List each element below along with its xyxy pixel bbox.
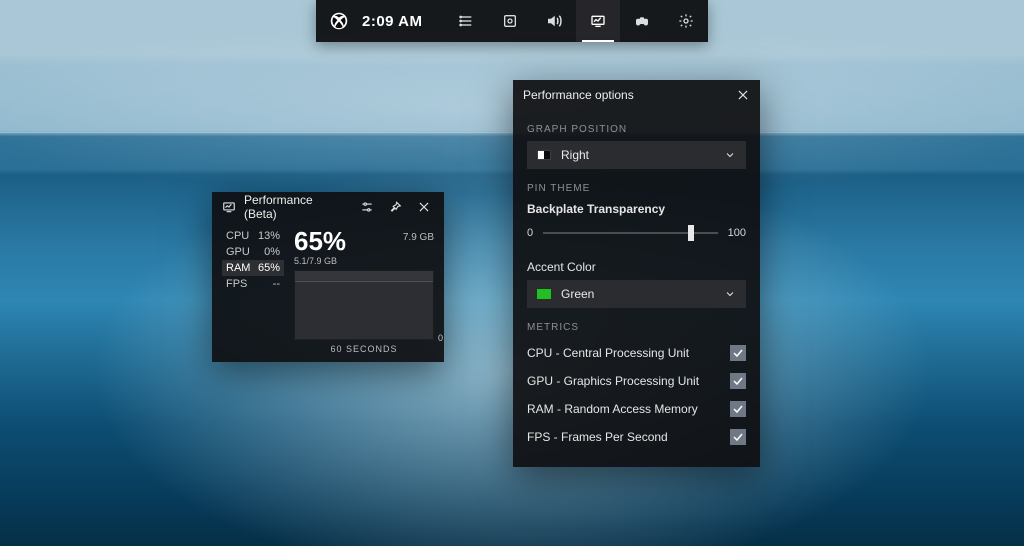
metric-row-gpu[interactable]: GPU 0% xyxy=(222,244,284,260)
metric-row-cpu[interactable]: CPU 13% xyxy=(222,228,284,244)
metric-value: 13% xyxy=(258,230,280,242)
xbox-icon[interactable] xyxy=(330,12,348,30)
performance-options-icon[interactable] xyxy=(357,196,377,218)
metric-checkbox[interactable] xyxy=(730,345,746,361)
selected-metric-big: 65% xyxy=(294,228,346,254)
metric-label: RAM xyxy=(226,262,250,274)
chevron-down-icon xyxy=(724,149,736,161)
metric-option-label: GPU - Graphics Processing Unit xyxy=(527,374,699,388)
metric-option: CPU - Central Processing Unit xyxy=(527,339,746,367)
chart-zero-label: 0 xyxy=(438,333,443,343)
metric-option: FPS - Frames Per Second xyxy=(527,423,746,451)
backplate-label: Backplate Transparency xyxy=(527,202,746,216)
metric-option-label: RAM - Random Access Memory xyxy=(527,402,698,416)
close-icon[interactable] xyxy=(732,84,754,106)
metric-option: GPU - Graphics Processing Unit xyxy=(527,367,746,395)
transparency-slider[interactable] xyxy=(543,226,718,240)
performance-button[interactable] xyxy=(576,0,620,42)
audio-button[interactable] xyxy=(532,0,576,42)
metric-checkbox[interactable] xyxy=(730,373,746,389)
metric-row-fps[interactable]: FPS -- xyxy=(222,276,284,292)
metric-label: GPU xyxy=(226,246,250,258)
position-swatch-icon xyxy=(537,150,551,160)
pin-theme-heading: PIN THEME xyxy=(527,183,746,194)
graph-position-heading: GRAPH POSITION xyxy=(527,124,746,135)
clock-text: 2:09 AM xyxy=(362,13,422,30)
accent-color-heading: Accent Color xyxy=(527,260,746,274)
chart-caption: 60 SECONDS xyxy=(294,344,434,354)
metric-option: RAM - Random Access Memory xyxy=(527,395,746,423)
capture-button[interactable] xyxy=(488,0,532,42)
metric-option-label: CPU - Central Processing Unit xyxy=(527,346,689,360)
selected-metric-sub: 5.1/7.9 GB xyxy=(294,256,346,266)
metric-option-label: FPS - Frames Per Second xyxy=(527,430,668,444)
xbox-social-button[interactable] xyxy=(620,0,664,42)
pin-icon[interactable] xyxy=(385,196,405,218)
accent-swatch-icon xyxy=(537,289,551,299)
performance-options-panel: Performance options GRAPH POSITION Right… xyxy=(513,80,760,467)
close-icon[interactable] xyxy=(414,196,434,218)
metric-checkbox[interactable] xyxy=(730,429,746,445)
slider-min: 0 xyxy=(527,227,533,239)
performance-widget: Performance (Beta) CPU 13% GPU 0% RAM 65… xyxy=(212,192,444,362)
settings-button[interactable] xyxy=(664,0,708,42)
monitor-icon xyxy=(222,200,236,214)
metric-value: -- xyxy=(273,278,280,290)
metric-label: FPS xyxy=(226,278,247,290)
metric-list: CPU 13% GPU 0% RAM 65% FPS -- xyxy=(222,228,284,354)
metric-value: 65% xyxy=(258,262,280,274)
widgets-menu-button[interactable] xyxy=(444,0,488,42)
metrics-heading: METRICS xyxy=(527,322,746,333)
slider-max: 100 xyxy=(728,227,746,239)
accent-color-value: Green xyxy=(561,287,594,301)
graph-position-select[interactable]: Right xyxy=(527,141,746,169)
metric-row-ram[interactable]: RAM 65% xyxy=(222,260,284,276)
metric-label: CPU xyxy=(226,230,249,242)
chevron-down-icon xyxy=(724,288,736,300)
graph-position-value: Right xyxy=(561,148,589,162)
accent-color-select[interactable]: Green xyxy=(527,280,746,308)
game-bar: 2:09 AM xyxy=(316,0,708,42)
metric-value: 0% xyxy=(264,246,280,258)
performance-title: Performance (Beta) xyxy=(244,193,341,221)
usage-chart: 0 xyxy=(294,270,434,340)
metric-checkbox[interactable] xyxy=(730,401,746,417)
options-title: Performance options xyxy=(523,88,634,102)
selected-metric-total: 7.9 GB xyxy=(403,228,434,243)
